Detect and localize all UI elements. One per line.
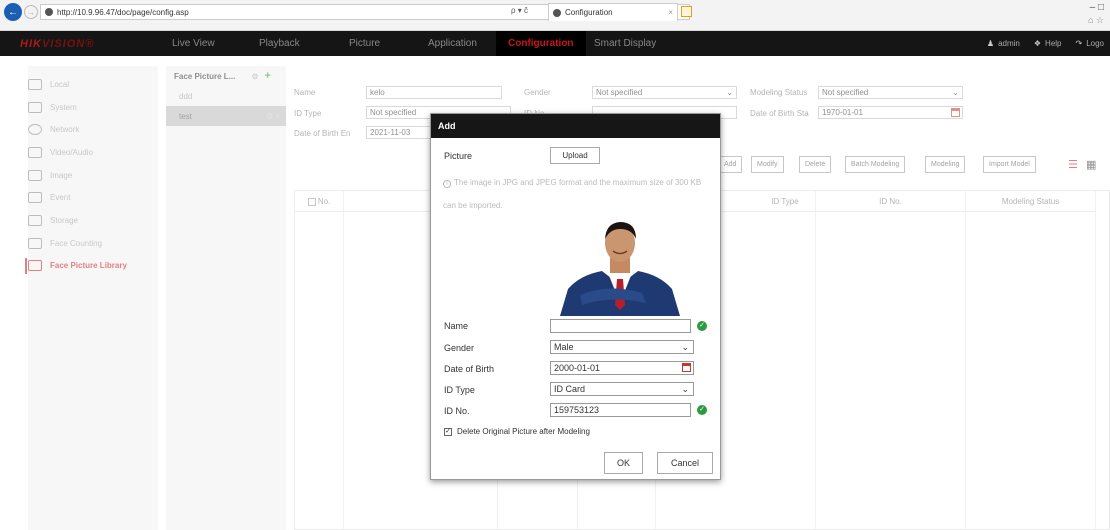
user-icon: ♟	[986, 39, 995, 48]
id-type-select[interactable]: ID Card ⌄	[550, 382, 694, 396]
nav-playback[interactable]: Playback	[247, 31, 312, 56]
id-type-label: ID Type	[444, 385, 475, 395]
header-user-area: ♟ admin ❖ Help ↷ Logo	[987, 31, 1104, 56]
calendar-icon[interactable]	[682, 363, 691, 372]
nav-application[interactable]: Application	[416, 31, 489, 56]
picture-label: Picture	[444, 151, 473, 161]
site-icon	[45, 8, 53, 16]
url-text: http://10.9.96.47/doc/page/config.asp	[57, 7, 189, 17]
info-icon: i	[443, 180, 451, 188]
new-tab-icon[interactable]	[681, 6, 692, 17]
ok-button[interactable]: OK	[604, 452, 643, 474]
browser-tab[interactable]: Configuration ×	[548, 3, 678, 21]
nav-live-view[interactable]: Live View	[160, 31, 227, 56]
help-link[interactable]: ❖ Help	[1034, 39, 1062, 48]
tab-close-icon[interactable]: ×	[668, 8, 673, 17]
logout-icon: ↷	[1075, 39, 1083, 48]
valid-check-icon: ✓	[697, 405, 707, 415]
valid-check-icon: ✓	[697, 321, 707, 331]
delete-original-checkbox[interactable]: ✓	[444, 427, 452, 436]
nav-configuration[interactable]: Configuration	[496, 31, 586, 56]
app-header: HIKVISION® Live View Playback Picture Ap…	[0, 31, 1110, 56]
add-face-dialog: Add Picture Upload i The image in JPG and…	[430, 113, 721, 480]
delete-original-option[interactable]: ✓ Delete Original Picture after Modeling	[444, 427, 590, 436]
chevron-down-icon: ⌄	[681, 342, 689, 352]
window-controls[interactable]: – □	[1090, 2, 1104, 13]
hikvision-logo: HIKVISION®	[20, 38, 95, 50]
gender-label: Gender	[444, 343, 475, 353]
dob-input[interactable]: 2000-01-01	[550, 361, 694, 375]
forward-arrow-icon[interactable]: →	[24, 5, 38, 19]
name-label: Name	[444, 321, 469, 331]
id-no-input[interactable]: 159753123	[550, 403, 691, 417]
upload-button[interactable]: Upload	[550, 147, 600, 164]
nav-picture[interactable]: Picture	[337, 31, 392, 56]
delete-original-label: Delete Original Picture after Modeling	[457, 427, 590, 436]
browser-bar: ← → http://10.9.96.47/doc/page/config.as…	[0, 0, 1110, 31]
name-input[interactable]	[550, 319, 691, 333]
tab-site-icon	[553, 8, 561, 17]
nav-smart-display[interactable]: Smart Display	[582, 31, 668, 56]
tab-title: Configuration	[565, 8, 613, 17]
dob-label: Date of Birth	[444, 364, 495, 374]
dialog-title: Add	[431, 114, 720, 138]
search-refresh-icon[interactable]: ρ ▾ ĉ	[511, 6, 528, 15]
chevron-down-icon: ⌄	[681, 384, 689, 394]
id-no-label: ID No.	[444, 406, 470, 416]
face-photo	[550, 209, 690, 316]
home-favorites-icon[interactable]: ⌂ ☆	[1088, 15, 1104, 26]
help-icon: ❖	[1033, 39, 1042, 48]
back-arrow-icon[interactable]: ←	[4, 3, 22, 21]
logout-link[interactable]: ↷ Logo	[1076, 39, 1105, 48]
cancel-button[interactable]: Cancel	[657, 452, 713, 474]
admin-user[interactable]: ♟ admin	[987, 39, 1020, 48]
gender-select[interactable]: Male ⌄	[550, 340, 694, 354]
